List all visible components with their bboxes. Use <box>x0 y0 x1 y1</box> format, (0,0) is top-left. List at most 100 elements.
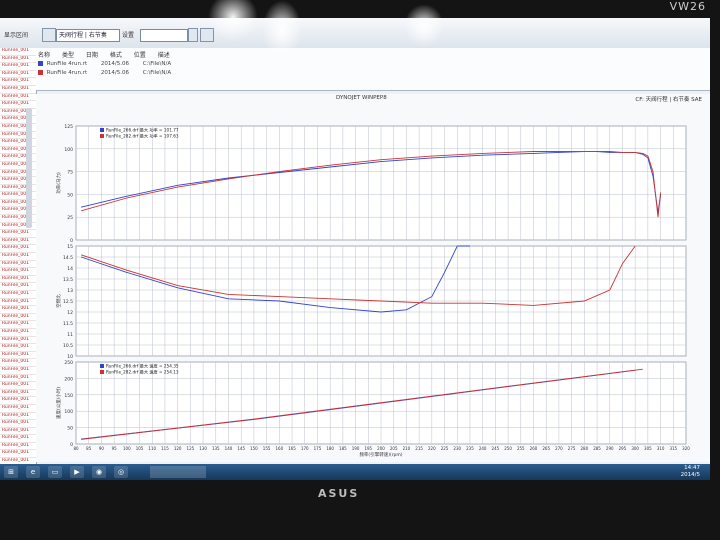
run-file-item[interactable]: RunFile_001 <box>0 253 36 261</box>
file-date: 2014/5.06 <box>100 70 130 76</box>
run-file-item[interactable]: RunFile_001 <box>0 390 36 398</box>
run-file-item[interactable]: RunFile_001 <box>0 352 36 360</box>
unit-combo[interactable]: 天阀行程 | 右节奏 <box>56 29 120 42</box>
run-file-item[interactable]: RunFile_001 <box>0 48 36 56</box>
close-icon[interactable] <box>188 28 198 42</box>
run-file-item[interactable]: RunFile_001 <box>0 359 36 367</box>
run-file-item[interactable]: RunFile_001 <box>0 375 36 383</box>
run-file-item[interactable]: RunFile_001 <box>0 78 36 86</box>
run-file-item[interactable]: RunFile_001 <box>0 420 36 428</box>
run-file-item[interactable]: RunFile_001 <box>0 344 36 352</box>
col-date[interactable]: 日期 <box>86 52 98 59</box>
x-tick-label: 285 <box>593 446 601 451</box>
run-file-item[interactable]: RunFile_001 <box>0 321 36 329</box>
run-file-item[interactable]: RunFile_001 <box>0 238 36 246</box>
run-file-item[interactable]: RunFile_001 <box>0 337 36 345</box>
y-tick-label: 50 <box>67 426 73 432</box>
media-icon[interactable]: ▶ <box>70 466 84 478</box>
col-format[interactable]: 格式 <box>110 52 122 59</box>
file-name: RunFile 4run.rt <box>46 61 88 67</box>
run-file-item[interactable]: RunFile_001 <box>0 299 36 307</box>
file-header: 名称 类型 日期 格式 位置 描述 RunFile 4run.rt 2014/5… <box>36 48 710 91</box>
start-icon[interactable]: ⊞ <box>4 466 18 478</box>
folder-icon[interactable]: ▭ <box>48 466 62 478</box>
run-file-item[interactable]: RunFile_001 <box>0 86 36 94</box>
file-columns: 名称 类型 日期 格式 位置 描述 <box>38 50 180 59</box>
run-file-item[interactable]: RunFile_001 <box>0 443 36 451</box>
run-file-item[interactable]: RunFile_001 <box>0 314 36 322</box>
view-icon[interactable] <box>42 28 56 42</box>
run-file-item[interactable]: RunFile_001 <box>0 230 36 238</box>
y-tick-label: 0 <box>70 238 73 244</box>
x-tick-label: 130 <box>199 446 207 451</box>
scrollbar[interactable] <box>26 108 32 228</box>
chrome-icon[interactable]: ◉ <box>92 466 106 478</box>
run-file-item[interactable]: RunFile_001 <box>0 261 36 269</box>
run-file-item[interactable]: RunFile_001 <box>0 71 36 79</box>
run-file-item[interactable]: RunFile_001 <box>0 367 36 375</box>
legend-swatch <box>100 364 104 368</box>
x-tick-label: 175 <box>314 446 322 451</box>
y-tick-label: 50 <box>67 192 73 198</box>
file-row[interactable]: RunFile 4run.rt 2014/5.06 C:\File\N/A <box>38 61 171 67</box>
y-axis-label: 空燃比 <box>55 294 62 308</box>
y-tick-label: 100 <box>64 147 73 153</box>
run-file-item[interactable]: RunFile_001 <box>0 329 36 337</box>
x-tick-label: 120 <box>174 446 182 451</box>
col-description[interactable]: 描述 <box>158 52 170 59</box>
x-tick-label: 310 <box>657 446 665 451</box>
x-tick-label: 90 <box>99 446 105 451</box>
col-name[interactable]: 名称 <box>38 52 50 59</box>
run-file-item[interactable]: RunFile_001 <box>0 413 36 421</box>
run-file-item[interactable]: RunFile_001 <box>0 291 36 299</box>
x-tick-label: 195 <box>364 446 372 451</box>
ie-icon[interactable]: e <box>26 466 40 478</box>
run-file-item[interactable]: RunFile_001 <box>0 283 36 291</box>
scale-combo[interactable] <box>140 29 188 42</box>
run-file-item[interactable]: RunFile_001 <box>0 405 36 413</box>
run-file-item[interactable]: RunFile_001 <box>0 428 36 436</box>
x-tick-label: 125 <box>187 446 195 451</box>
run-file-item[interactable]: RunFile_001 <box>0 94 36 102</box>
col-type[interactable]: 类型 <box>62 52 74 59</box>
col-location[interactable]: 位置 <box>134 52 146 59</box>
x-tick-label: 105 <box>136 446 144 451</box>
x-tick-label: 190 <box>352 446 360 451</box>
run-file-item[interactable]: RunFile_001 <box>0 245 36 254</box>
clock-time: 14:47 <box>684 465 700 471</box>
active-app-button[interactable] <box>150 466 206 478</box>
dyno-charts[interactable]: 0 25 50 75 100 125 功率(马力) RunFile_266.drf 最大 功率… <box>36 94 710 462</box>
y-tick-label: 150 <box>64 393 73 399</box>
x-tick-label: 255 <box>517 446 525 451</box>
run-file-item[interactable]: RunFile_001 <box>0 56 36 64</box>
run-file-item[interactable]: RunFile_001 <box>0 397 36 405</box>
x-tick-label: 230 <box>453 446 461 451</box>
chat-icon[interactable]: ◎ <box>114 466 128 478</box>
x-tick-label: 290 <box>606 446 614 451</box>
x-tick-label: 170 <box>301 446 309 451</box>
monitor-logo: ASUS <box>318 487 360 500</box>
run-file-item[interactable]: RunFile_001 <box>0 382 36 390</box>
run-file-item[interactable]: RunFile_001 <box>0 435 36 443</box>
x-axis-label: 频率(引擎转速)(rpm) <box>359 451 402 458</box>
x-tick-label: 315 <box>669 446 677 451</box>
dyno-chart-frame: DYNOJET WINPEP8 CF: 天阀行程 | 右节奏 SAE 0 25 50… <box>36 94 710 462</box>
y-tick-label: 25 <box>67 215 73 221</box>
legend-entry: RunFile_266.drf 最大 速度 = 254.35 <box>106 363 179 370</box>
clock[interactable]: 14:47 2014/5 <box>681 465 700 478</box>
legend-swatch <box>100 370 104 374</box>
taskbar: ⊞ e ▭ ▶ ◉ ◎ 14:47 2014/5 <box>0 464 710 480</box>
run-file-item[interactable]: RunFile_001 <box>0 268 36 276</box>
x-tick-label: 210 <box>403 446 411 451</box>
y-tick-label: 12 <box>67 310 73 316</box>
run-file-item[interactable]: RunFile_001 <box>0 450 36 459</box>
run-file-item[interactable]: RunFile_001 <box>0 63 36 71</box>
x-tick-label: 245 <box>492 446 500 451</box>
file-row[interactable]: RunFile 4run.rt 2014/5.06 C:\File\N/A <box>38 70 171 76</box>
legend-entry: RunFile_282.drf 最大 速度 = 254.13 <box>106 369 179 376</box>
run-file-item[interactable]: RunFile_001 <box>0 306 36 314</box>
run-file-list[interactable]: RunFile_001 RunFile_001 RunFile_001 RunFile… <box>0 48 37 480</box>
series-swatch <box>38 70 43 75</box>
run-file-item[interactable]: RunFile_001 <box>0 276 36 284</box>
y-tick-label: 14 <box>67 266 73 272</box>
